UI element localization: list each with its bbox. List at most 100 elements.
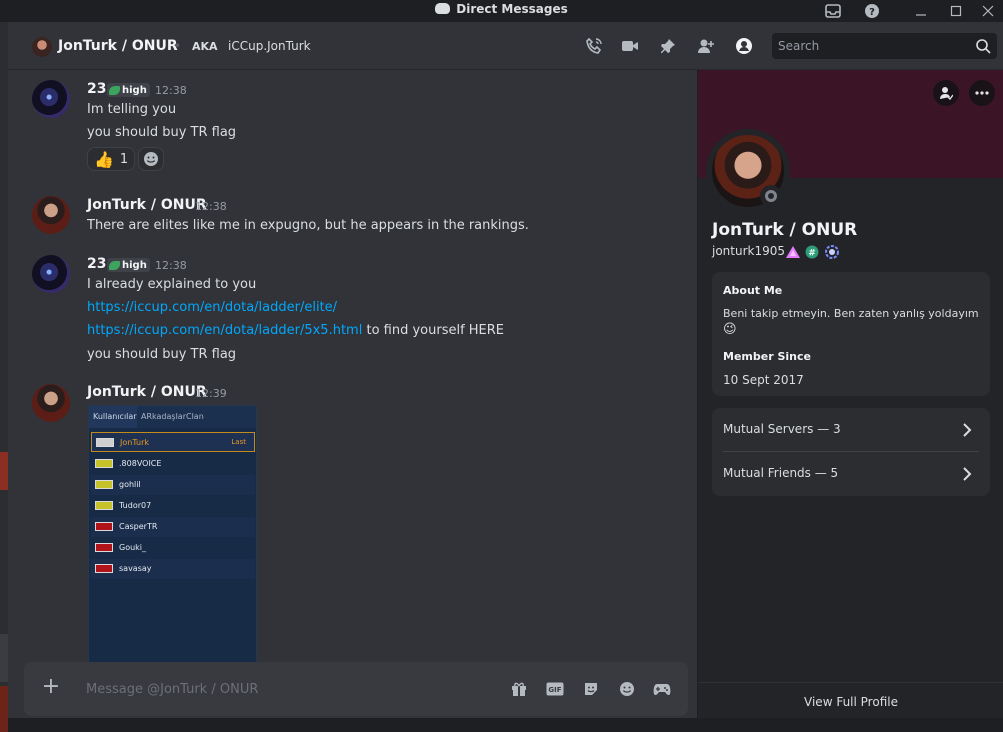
rank-icon	[95, 480, 113, 489]
message-text: I already explained to you	[87, 277, 257, 292]
upload-plus-button[interactable]: +	[40, 676, 62, 699]
chevron-right-icon	[963, 423, 972, 437]
ellipsis-icon	[975, 91, 989, 95]
message-text: https://iccup.com/en/dota/ladder/elite/	[87, 300, 337, 315]
badge-label: high	[122, 259, 147, 271]
attachment-row-name: .808VOICE	[119, 459, 162, 468]
badge-label: high	[122, 84, 147, 96]
nitro-badge-icon[interactable]	[824, 244, 840, 260]
close-icon[interactable]	[973, 0, 1003, 22]
rank-icon	[95, 501, 113, 510]
leaf-icon	[109, 85, 120, 95]
attachment-tab: Kullanıcılar	[89, 406, 137, 428]
reaction-thumbs-up[interactable]: 👍 1	[87, 147, 136, 171]
server-icon[interactable]	[0, 452, 8, 490]
add-friend-icon[interactable]	[696, 36, 716, 56]
message-author[interactable]: JonTurk / ONUR	[87, 197, 207, 213]
avatar[interactable]	[32, 255, 70, 293]
search-icon	[976, 39, 991, 54]
thumbs-up-icon: 👍	[94, 149, 114, 169]
server-sidebar-edge	[0, 22, 8, 732]
mutual-friends-label: Mutual Friends — 5	[723, 466, 839, 480]
hypesquad-badge-icon[interactable]	[786, 246, 800, 258]
smiley-icon	[144, 152, 158, 166]
message-text: Im telling you	[87, 102, 177, 117]
mutual-friends-row[interactable]: Mutual Friends — 5	[712, 452, 990, 496]
view-full-profile-button[interactable]: View Full Profile	[698, 682, 1003, 718]
separator-dot: •	[174, 39, 182, 53]
role-badge: high	[107, 258, 150, 272]
chevron-right-icon	[963, 467, 972, 481]
rank-icon	[95, 543, 113, 552]
attachment-row: CasperTR	[91, 517, 255, 537]
server-icon[interactable]	[0, 686, 8, 732]
video-call-icon[interactable]	[620, 36, 640, 56]
message-input[interactable]	[86, 678, 486, 700]
mutual-servers-row[interactable]: Mutual Servers — 3	[712, 408, 990, 452]
search-box[interactable]	[772, 33, 997, 59]
message-text-tail: to find yourself HERE	[366, 323, 505, 338]
voice-call-icon[interactable]	[584, 36, 604, 56]
avatar[interactable]	[32, 384, 70, 422]
attachment-row-tag: Last	[231, 438, 246, 446]
attachment-tabs: Kullanıcılar ARkadaşlar Clan	[89, 406, 256, 428]
attachment-row-name: CasperTR	[119, 522, 158, 531]
message-author[interactable]: 23	[87, 256, 106, 272]
message-text: you should buy TR flag	[87, 347, 237, 362]
attachment-row: Tudor07	[91, 496, 255, 516]
help-icon[interactable]: ?	[857, 0, 887, 22]
message-author[interactable]: 23	[87, 81, 106, 97]
gamepad-icon[interactable]	[652, 679, 672, 699]
mutual-servers-label: Mutual Servers — 3	[723, 422, 841, 436]
friend-status-button[interactable]	[933, 80, 959, 106]
attachment-tab: ARkadaşlar	[141, 412, 186, 421]
about-me-title: About Me	[723, 284, 783, 297]
more-options-button[interactable]	[969, 80, 995, 106]
user-profile-panel: JonTurk / ONUR jonturk1905 # About Me Be…	[697, 70, 1003, 718]
attachment-tab: Clan	[186, 412, 204, 421]
wink-emoji-icon: 😉	[723, 322, 737, 337]
avatar[interactable]	[32, 80, 70, 118]
pin-icon[interactable]	[658, 36, 678, 56]
rank-icon	[95, 522, 113, 531]
message-author[interactable]: JonTurk / ONUR	[87, 384, 207, 400]
attachment-row-name: gohlil	[119, 480, 141, 489]
member-since-title: Member Since	[723, 350, 811, 363]
attachment-row: .808VOICE	[91, 454, 255, 474]
hashtag-badge-icon[interactable]: #	[805, 245, 819, 259]
mutuals-card: Mutual Servers — 3 Mutual Friends — 5	[712, 408, 990, 496]
inbox-icon[interactable]	[818, 0, 848, 22]
profile-badges: #	[786, 244, 840, 260]
image-attachment[interactable]: Kullanıcılar ARkadaşlar Clan JonTurk Las…	[88, 405, 257, 665]
attachment-row-name: JonTurk	[120, 438, 149, 447]
member-since-date: 10 Sept 2017	[723, 373, 804, 387]
message-link[interactable]: https://iccup.com/en/dota/ladder/5x5.htm…	[87, 323, 362, 338]
avatar[interactable]	[32, 196, 70, 234]
about-me-card: About Me Beni takip etmeyin. Ben zaten y…	[712, 272, 990, 396]
message-link[interactable]: https://iccup.com/en/dota/ladder/elite/	[87, 300, 337, 315]
attachment-row-name: savasay	[119, 564, 152, 573]
sticker-icon[interactable]	[581, 679, 601, 699]
dm-avatar	[32, 37, 52, 57]
search-input[interactable]	[778, 37, 958, 55]
discord-logo-icon	[435, 3, 451, 14]
minimize-icon[interactable]	[906, 0, 936, 22]
server-icon[interactable]	[0, 634, 8, 682]
profile-display-name: JonTurk / ONUR	[712, 220, 858, 240]
maximize-icon[interactable]	[941, 0, 971, 22]
aka-label: AKA	[192, 40, 218, 53]
svg-text:#: #	[808, 249, 816, 259]
message-timestamp: 12:38	[155, 84, 187, 97]
about-me-text: Beni takip etmeyin. Ben zaten yanlış yol…	[723, 307, 979, 320]
emoji-icon[interactable]	[617, 679, 637, 699]
rank-icon	[95, 564, 113, 573]
dm-name[interactable]: JonTurk / ONUR	[58, 38, 178, 54]
user-profile-toggle-icon[interactable]	[734, 36, 754, 56]
profile-username[interactable]: jonturk1905	[712, 244, 785, 258]
attachment-row: savasay	[91, 559, 255, 579]
message-text: There are elites like me in expugno, but…	[87, 218, 529, 233]
add-reaction-button[interactable]	[138, 147, 164, 171]
gift-icon[interactable]	[509, 679, 529, 699]
window-title-text: Direct Messages	[456, 2, 568, 16]
gif-icon[interactable]: GIF	[545, 679, 565, 699]
